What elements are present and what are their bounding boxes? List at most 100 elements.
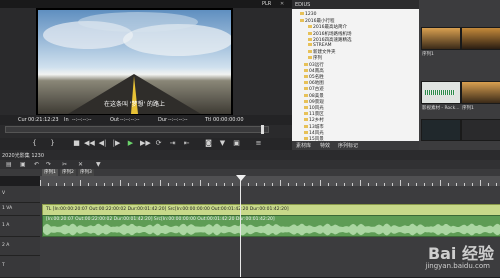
overwrite-icon[interactable]: ⇤ [182, 139, 191, 148]
folder-item[interactable]: 序列 [308, 55, 322, 61]
stop-icon[interactable]: ■ [72, 139, 81, 148]
cur-label: Cur [18, 117, 27, 123]
tab-sequence-markers[interactable]: 序列标记 [338, 142, 358, 149]
delete-icon[interactable]: ✕ [78, 161, 83, 168]
folder-icon [304, 106, 308, 109]
tab-sequence-3[interactable]: 序列3 [78, 169, 94, 176]
loop-icon[interactable]: ⟳ [154, 139, 163, 148]
set-in-icon[interactable]: { [30, 139, 39, 148]
track-header-v[interactable]: V [0, 186, 40, 203]
folder-item[interactable]: 04南高 [304, 68, 324, 74]
save-icon[interactable]: ▣ [20, 161, 26, 168]
play-icon[interactable]: ▶ [126, 139, 135, 148]
folder-item[interactable]: 13城市 [304, 124, 324, 130]
watermark: Bai 经验 jingyan.baidu.com [400, 240, 496, 276]
folder-icon [308, 43, 312, 46]
folder-icon [304, 93, 308, 97]
step-back-icon[interactable]: ◀| [98, 139, 107, 148]
watermark-url: jingyan.baidu.com [425, 262, 490, 270]
track-headers: V 1 VA 1 A 2 A T [0, 186, 40, 278]
player-mode-label: PLR [262, 1, 272, 7]
track-header-a2[interactable]: 2 A [0, 237, 40, 256]
folder-item[interactable]: 2016机场路线机场 [308, 31, 351, 37]
redo-icon[interactable]: ↷ [46, 161, 51, 168]
out-timecode: --:--:--:-- [120, 117, 140, 123]
step-forward-icon[interactable]: |▶ [112, 139, 121, 148]
tab-sequence-2[interactable]: 序列2 [60, 169, 76, 176]
cut-icon[interactable]: ✂ [62, 161, 67, 168]
folder-icon [300, 12, 304, 15]
playhead-marker[interactable] [236, 175, 246, 181]
folder-item[interactable]: 03远行 [304, 62, 324, 68]
folder-item[interactable]: 08美景 [304, 93, 324, 99]
undo-icon[interactable]: ↶ [34, 161, 39, 168]
set-out-icon[interactable]: } [48, 139, 57, 148]
timeline-ruler[interactable] [40, 176, 500, 186]
in-timecode: --:--:--:-- [72, 117, 92, 123]
in-label: In [64, 117, 69, 123]
rewind-icon[interactable]: ◀◀ [84, 139, 95, 148]
clip-thumbnail[interactable] [461, 81, 500, 104]
insert-icon[interactable]: ⇥ [168, 139, 177, 148]
folder-item[interactable]: 11景区 [304, 111, 324, 117]
folder-item[interactable]: 新建文件夹 [308, 49, 336, 55]
playhead-line[interactable] [240, 176, 241, 277]
folder-name: STREAM [313, 43, 332, 48]
folder-item[interactable]: 12乡村 [304, 117, 324, 123]
seek-bar[interactable] [5, 125, 269, 134]
folder-item[interactable]: 10风光 [304, 105, 324, 111]
transport-controls: { } ■ ◀◀ ◀| |▶ ▶ ▶▶ ⟳ ⇥ ⇤ ◙ ▼ ▣ ≡ [0, 138, 292, 150]
folder-name: 1230 [305, 12, 317, 17]
folder-item[interactable]: 06地图 [304, 80, 324, 86]
timeline-toolbar: ▤ ▣ ↶ ↷ ✂ ✕ ▼ [0, 160, 500, 169]
fast-forward-icon[interactable]: ▶▶ [140, 139, 151, 148]
sequence-tabs: 序列1 序列2 序列3 [0, 169, 500, 176]
clip-label: 序列1 [462, 106, 474, 111]
folder-icon [308, 56, 312, 60]
track-header-t[interactable]: T [0, 256, 40, 278]
folder-item[interactable]: 05名胜 [304, 74, 324, 80]
folder-item[interactable]: 09景观 [304, 99, 324, 105]
sync-icon[interactable]: ▣ [232, 139, 241, 148]
video-clip-label: TL [In:00:00:20:07 Out:00:22:00:02 Dur:0… [46, 207, 289, 212]
clip-thumbnail[interactable] [421, 119, 461, 141]
clip-label: 影视素材 - Rock... [422, 106, 460, 111]
folder-icon [308, 37, 312, 41]
folder-icon [304, 124, 308, 128]
close-icon[interactable]: ✕ [280, 1, 284, 7]
folder-icon [304, 81, 308, 85]
track-header-a1[interactable]: 1 A [0, 216, 40, 237]
folder-icon [304, 137, 308, 140]
track-name: 2 A [2, 243, 10, 248]
folder-icon [308, 25, 312, 29]
track-header-va[interactable]: 1 VA [0, 203, 40, 216]
folder-icon [304, 68, 308, 72]
clip-thumbnail[interactable] [421, 27, 461, 50]
tab-effects[interactable]: 特效 [320, 142, 330, 149]
folder-item[interactable]: 1230 [300, 12, 316, 17]
seek-thumb[interactable] [261, 125, 264, 134]
folder-item[interactable]: 2016最高站简介 [308, 24, 347, 30]
player-title-bar: PLR ✕ [0, 0, 292, 8]
folder-item[interactable]: 07古迹 [304, 86, 324, 92]
camera-icon[interactable]: ◙ [204, 139, 213, 148]
folder-item[interactable]: 2016四高速路精选 [308, 37, 351, 43]
folder-item[interactable]: 2016最小行程 [300, 18, 334, 24]
audio-waveform [43, 223, 500, 236]
marker-icon[interactable]: ▼ [96, 161, 101, 168]
folder-icon [304, 112, 308, 116]
folder-item[interactable]: STREAM [308, 43, 332, 48]
folder-icon[interactable]: ▤ [6, 161, 12, 168]
folder-icon [304, 87, 308, 91]
timeline-title-bar: 2020光影集 1230 [0, 150, 500, 160]
audio-clip[interactable]: [In:00:20:07 Out:00:22:00:02 Dur:00:01:4… [42, 215, 500, 237]
clip-thumbnail[interactable] [461, 119, 500, 141]
tab-bin[interactable]: 素材库 [296, 142, 311, 149]
folder-icon [308, 50, 312, 54]
menu-icon[interactable]: ≡ [254, 139, 263, 148]
folder-item[interactable]: 14风光 [304, 130, 324, 136]
mark-icon[interactable]: ▼ [218, 139, 227, 148]
tab-sequence-1[interactable]: 序列1 [42, 169, 58, 176]
clip-thumbnail[interactable] [421, 81, 461, 104]
clip-thumbnail[interactable] [461, 27, 500, 50]
